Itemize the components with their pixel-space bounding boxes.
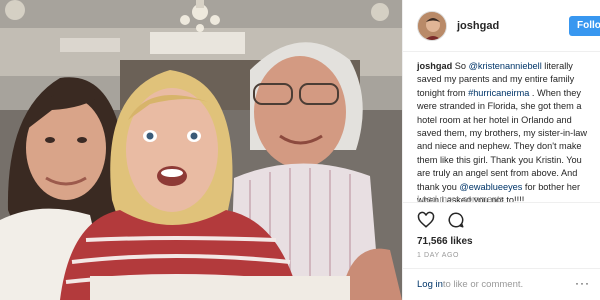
- avatar[interactable]: [417, 10, 447, 41]
- post-details-panel: joshgad Follow joshgad So @kristenannieb…: [402, 0, 600, 300]
- username-link[interactable]: joshgad: [457, 20, 499, 32]
- caption-mention-ewa[interactable]: @ewablueeyes: [459, 182, 522, 192]
- follow-button[interactable]: Follow: [569, 16, 600, 36]
- likes-count[interactable]: 71,566 likes: [417, 236, 473, 247]
- post-timestamp: 1 DAY AGO: [417, 252, 460, 259]
- caption-text-3: . When they were stranded in Florida, sh…: [417, 87, 588, 192]
- caption-hashtag[interactable]: #hurricaneirma: [468, 88, 529, 98]
- post-caption: joshgad So @kristenanniebell literally s…: [417, 60, 595, 207]
- comment-icon[interactable]: [447, 211, 465, 229]
- heart-icon[interactable]: [417, 211, 435, 229]
- caption-username[interactable]: joshgad: [417, 61, 452, 71]
- post-photo[interactable]: [0, 0, 402, 300]
- avatar-image: [418, 11, 446, 40]
- comment-prompt-text: to like or comment.: [442, 279, 524, 290]
- caption-text-1: So: [452, 61, 469, 71]
- instagram-post: joshgad Follow joshgad So @kristenannieb…: [0, 0, 600, 300]
- action-bar: [403, 202, 600, 236]
- selfie-illustration: [0, 0, 402, 300]
- more-options-icon[interactable]: ···: [575, 277, 590, 289]
- comment-prompt: Log in to like or comment.: [403, 268, 600, 300]
- login-link[interactable]: Log in: [417, 279, 443, 290]
- caption-mention-kristen[interactable]: @kristenanniebell: [469, 61, 542, 71]
- post-header: joshgad Follow: [403, 0, 600, 52]
